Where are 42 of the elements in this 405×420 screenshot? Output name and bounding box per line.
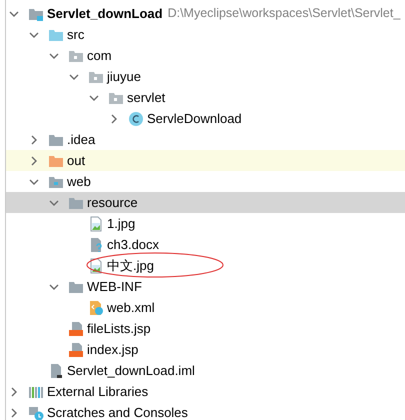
project-path: D:\Myeclipse\workspaces\Servlet\Servlet_: [168, 5, 400, 22]
image-file-icon: [88, 216, 104, 232]
item-name[interactable]: WEB-INF: [87, 278, 142, 295]
jsp-file-icon: [68, 320, 84, 336]
xml-file-icon: [88, 300, 104, 316]
chevron-right-icon[interactable]: [9, 408, 19, 418]
item-name[interactable]: servlet: [127, 89, 166, 106]
chevron-down-icon[interactable]: [29, 30, 39, 40]
file-name[interactable]: 1.jpg: [107, 215, 136, 232]
unknown-file-icon: [88, 236, 104, 252]
jsp-file-icon: [68, 342, 84, 358]
file-name[interactable]: web.xml: [107, 299, 155, 316]
item-name[interactable]: jiuyue: [107, 68, 141, 85]
item-name[interactable]: Scratches and Consoles: [47, 404, 188, 420]
chevron-down-icon[interactable]: [9, 8, 19, 18]
chevron-down-icon[interactable]: [89, 92, 99, 102]
item-name[interactable]: resource: [87, 194, 138, 211]
chevron-down-icon[interactable]: [49, 198, 59, 208]
chevron-down-icon[interactable]: [49, 50, 59, 60]
item-name[interactable]: Servlet_downLoad: [47, 5, 163, 22]
file-name[interactable]: fileLists.jsp: [87, 320, 151, 337]
chevron-right-icon[interactable]: [109, 114, 119, 124]
chevron-down-icon[interactable]: [69, 72, 79, 82]
item-name[interactable]: src: [67, 26, 84, 43]
item-name[interactable]: com: [87, 47, 112, 64]
file-name[interactable]: index.jsp: [87, 341, 138, 358]
item-name[interactable]: External Libraries: [47, 383, 148, 400]
chevron-down-icon[interactable]: [29, 176, 39, 186]
chevron-right-icon[interactable]: [29, 156, 39, 166]
chevron-right-icon[interactable]: [29, 134, 39, 144]
item-name[interactable]: .idea: [67, 131, 96, 148]
file-name[interactable]: Servlet_downLoad.iml: [67, 362, 195, 379]
file-name[interactable]: ch3.docx: [107, 236, 160, 253]
chevron-right-icon[interactable]: [9, 386, 19, 396]
module-file-icon: [48, 362, 64, 378]
class-icon: [128, 110, 144, 126]
item-name[interactable]: out: [67, 152, 86, 169]
item-name[interactable]: web: [67, 173, 91, 190]
file-name[interactable]: 中文.jpg: [107, 257, 154, 274]
scratches-icon: [28, 404, 44, 420]
chevron-down-icon[interactable]: [49, 282, 59, 292]
file-name[interactable]: ServleDownload: [147, 110, 242, 127]
